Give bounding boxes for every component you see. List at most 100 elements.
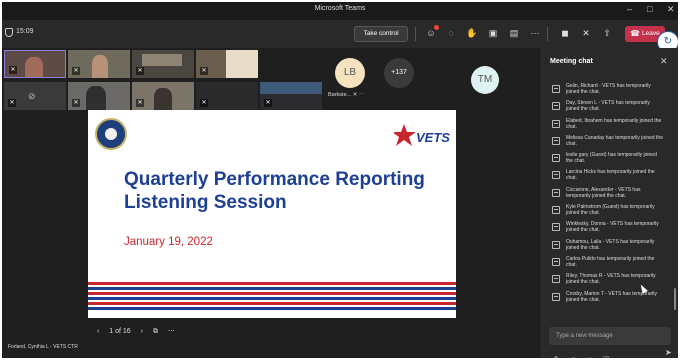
shield-icon: [5, 28, 13, 37]
chat-icon[interactable]: ◌: [445, 27, 457, 39]
background-wall: [226, 50, 258, 78]
video-tile[interactable]: ✕: [132, 50, 194, 78]
toolbar-divider: [547, 27, 548, 41]
emoji-icon[interactable]: ☺: [567, 356, 579, 358]
vets-logo: VETS: [394, 124, 450, 146]
participant-name: Barkste... ✕ ⋯: [328, 92, 365, 98]
gif-icon[interactable]: ▭: [584, 355, 596, 358]
join-chat-icon: [552, 154, 560, 163]
maximize-icon[interactable]: □: [647, 4, 652, 14]
presenter-name: Forland, Cynthia L - VETS CTR: [8, 344, 78, 350]
video-tile[interactable]: ⊘ ✕: [4, 82, 66, 110]
chat-message: Day, Steven L - VETS has temporarily joi…: [552, 100, 668, 117]
chat-message: Winklesky, Donna - VETS has temporarily …: [552, 221, 668, 238]
mic-muted-icon: ✕: [72, 67, 80, 75]
video-tile[interactable]: ✕: [4, 50, 66, 78]
chat-message: Gelin, Richard - VETS has temporarily jo…: [552, 83, 668, 100]
chat-message: Carlos Pulido has temporarily joined the…: [552, 256, 668, 273]
join-chat-icon: [552, 102, 560, 111]
avatar[interactable]: LB: [335, 58, 365, 88]
svg-text:VETS: VETS: [416, 130, 450, 145]
flag-stripes: [88, 282, 456, 310]
video-tile[interactable]: ✕: [68, 50, 130, 78]
title-bar: Microsoft Teams – □ ✕: [2, 2, 678, 20]
toolbar-divider: [415, 27, 416, 41]
sticker-icon[interactable]: ◫: [600, 355, 612, 358]
video-tile[interactable]: ✕: [260, 82, 322, 110]
next-slide-icon[interactable]: ›: [141, 328, 143, 335]
chat-message-text: Kyle Palmstrom (Guest) has temporarily j…: [566, 204, 655, 217]
slide-title: Quarterly Performance Reporting Listenin…: [124, 169, 425, 213]
share-icon[interactable]: ⇧: [601, 27, 613, 39]
close-icon[interactable]: ✕: [667, 4, 675, 15]
chat-messages: Gelin, Richard - VETS has temporarily jo…: [552, 83, 668, 308]
join-chat-icon: [552, 240, 560, 249]
join-chat-icon: [552, 206, 560, 215]
chat-message-text: Gelin, Richard - VETS has temporarily jo…: [566, 83, 651, 95]
join-chat-icon: [552, 292, 560, 301]
reactions-icon[interactable]: ✋: [466, 27, 478, 39]
meeting-toolbar: 15:09 Take control ☺ ◌ ✋ ▣ ▤ ⋯ ◼ ✕ ⇧ ☎ L…: [2, 20, 678, 53]
prev-slide-icon[interactable]: ‹: [97, 328, 99, 335]
meeting-stage: ✕ ✕ ✕ ✕ ⊘ ✕ ✕ ✕ ✕ ✕ LB Barkste... ✕ ⋯ +1…: [2, 48, 539, 358]
more-options-icon[interactable]: ⋯: [168, 328, 175, 335]
participant-figure: [92, 55, 108, 78]
mic-off-icon[interactable]: ✕: [580, 27, 592, 39]
apps-icon[interactable]: ▤: [508, 27, 520, 39]
chat-scrollbar[interactable]: [674, 288, 676, 310]
dol-seal-logo: [95, 118, 127, 150]
join-chat-icon: [552, 119, 560, 128]
video-tile[interactable]: ✕: [196, 82, 258, 110]
slide-pager: ‹ 1 of 16 › ⧉ ⋯: [97, 327, 183, 336]
chat-message-text: Elabed, Ibrahem has temporarily joined t…: [566, 117, 662, 130]
mic-muted-icon: ✕: [9, 66, 17, 74]
format-icon[interactable]: ✎: [551, 355, 563, 358]
teams-window: Microsoft Teams – □ ✕ 15:09 Take control…: [2, 2, 678, 358]
shared-slide: VETS Quarterly Performance Reporting Lis…: [88, 110, 456, 318]
more-compose-icon[interactable]: ⋯: [617, 355, 629, 358]
join-chat-icon: [552, 223, 560, 232]
join-chat-icon: [552, 171, 560, 180]
mic-muted-icon: ✕: [8, 99, 16, 107]
take-control-button[interactable]: Take control: [354, 26, 408, 42]
chat-message: Ciccarone, Alexander - VETS has temporar…: [552, 187, 668, 204]
chat-message-text: Ciccarone, Alexander - VETS has temporar…: [566, 186, 641, 199]
video-tile[interactable]: ✕: [196, 50, 258, 78]
send-icon[interactable]: ➤: [665, 348, 672, 357]
rooms-icon[interactable]: ▣: [487, 27, 499, 39]
chat-message-text: Day, Steven L - VETS has temporarily joi…: [566, 100, 650, 113]
window-title: Microsoft Teams: [314, 5, 366, 12]
mic-muted-icon: ✕: [264, 99, 272, 107]
more-icon[interactable]: ⋯: [529, 27, 541, 39]
chat-message-text: Larcina Hicks has temporarily joined the…: [566, 169, 655, 182]
background-shelf: [142, 54, 182, 66]
video-tile[interactable]: ✕: [132, 82, 194, 110]
join-chat-icon: [552, 85, 560, 93]
notification-badge: [434, 25, 439, 30]
overflow-participants-button[interactable]: +137: [384, 58, 414, 88]
leave-label: Leave: [642, 30, 660, 37]
video-tile[interactable]: ✕: [68, 82, 130, 110]
chat-message: Crosby, Marion T - VETS has temporarily …: [552, 291, 668, 308]
slide-counter: 1 of 16: [109, 328, 131, 335]
phone-icon: ☎: [630, 29, 640, 38]
chat-message-text: Carlos Pulido has temporarily joined the…: [566, 255, 655, 268]
mic-muted-icon: ✕: [72, 99, 80, 107]
chat-message: Ouhamou, Laila - VETS has temporarily jo…: [552, 239, 668, 256]
camera-off-icon[interactable]: ◼: [559, 27, 571, 39]
avatar[interactable]: TM: [471, 66, 499, 94]
join-chat-icon: [552, 275, 560, 284]
mic-muted-icon: ✕: [136, 67, 144, 75]
join-chat-icon: [552, 257, 560, 266]
chat-message: Kyle Palmstrom (Guest) has temporarily j…: [552, 204, 668, 221]
compose-input[interactable]: Type a new message: [549, 327, 671, 345]
close-chat-icon[interactable]: ✕: [660, 56, 668, 67]
mic-muted-icon: ✕: [200, 67, 208, 75]
chat-message: Elabed, Ibrahem has temporarily joined t…: [552, 118, 668, 135]
chat-message: leslie gary (Guest) has temporarily join…: [552, 152, 668, 169]
participant-figure: [86, 86, 106, 110]
chat-message-text: leslie gary (Guest) has temporarily join…: [566, 152, 657, 165]
sync-icon[interactable]: ⧉: [153, 328, 158, 335]
minimize-icon[interactable]: –: [627, 4, 632, 14]
chat-message: Larcina Hicks has temporarily joined the…: [552, 169, 668, 186]
